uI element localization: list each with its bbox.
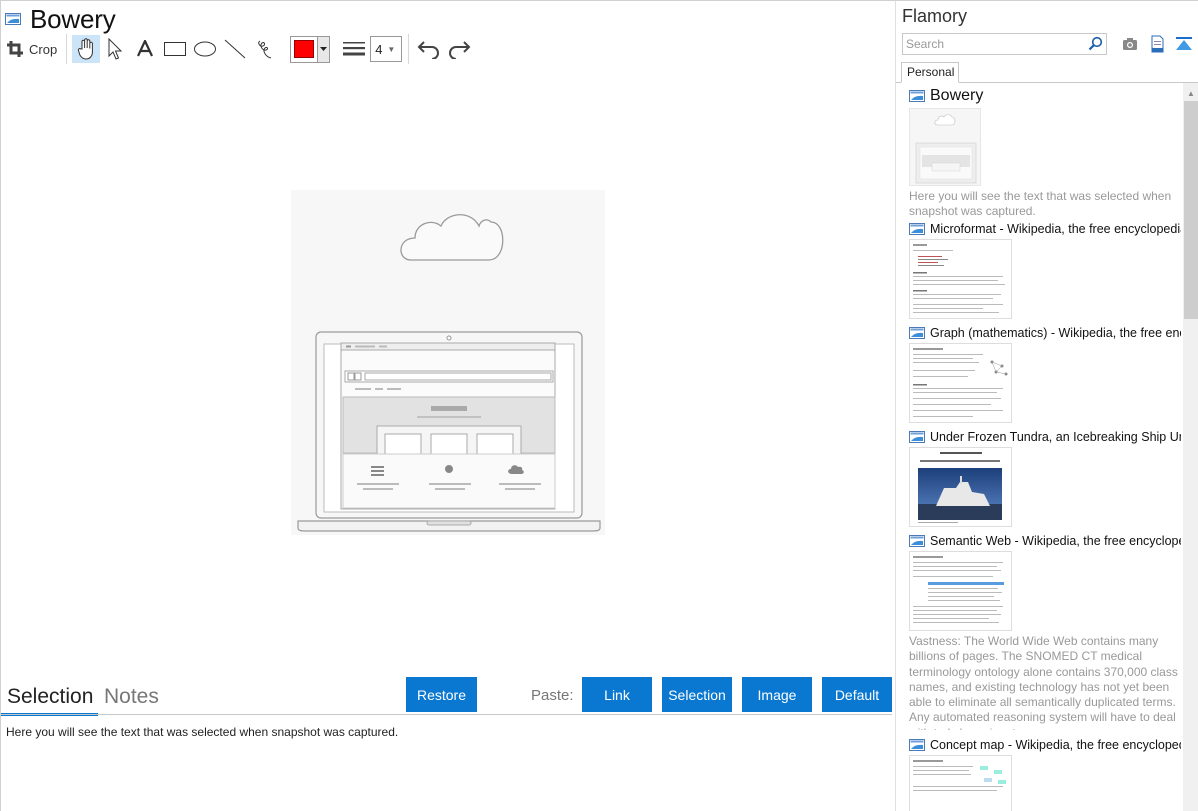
line-width-select[interactable]: 4 ▼	[370, 36, 403, 62]
list-item-header[interactable]: Graph (mathematics) - Wikipedia, the fre…	[909, 326, 1181, 340]
page-icon	[909, 327, 925, 339]
list-item-title: Microformat - Wikipedia, the free encycl…	[930, 222, 1181, 236]
search-placeholder: Search	[906, 37, 945, 51]
list-item-description: Vastness: The World Wide Web contains ma…	[909, 634, 1178, 730]
crop-label: Crop	[29, 41, 58, 57]
scrollbar[interactable]: ▲	[1183, 83, 1198, 811]
redo-button[interactable]	[444, 35, 474, 63]
drawing-toolbar: Crop 4 ▼	[7, 34, 474, 64]
list-item[interactable]: Bowery Here you will see the text that w…	[909, 87, 1181, 220]
snapshot-thumbnail[interactable]	[909, 551, 1012, 631]
line-tool-button[interactable]	[220, 35, 250, 63]
search-input[interactable]: Search	[902, 33, 1107, 55]
page-icon	[909, 431, 925, 443]
chevron-down-icon: ▼	[387, 44, 396, 54]
ellipse-tool-button[interactable]	[190, 35, 220, 63]
hand-icon	[78, 38, 94, 60]
pointer-icon	[108, 38, 123, 60]
paste-default-button[interactable]: Default	[822, 677, 892, 712]
crop-button[interactable]: Crop	[7, 35, 61, 63]
crop-icon	[7, 41, 23, 57]
snapshot-list: Bowery Here you will see the text that w…	[909, 87, 1181, 811]
flamory-panel: Flamory Search Personal Bowery Here you …	[895, 0, 1198, 811]
color-dropdown-button[interactable]	[316, 36, 330, 62]
paste-link-button[interactable]: Link	[582, 677, 652, 712]
list-item[interactable]: Graph (mathematics) - Wikipedia, the fre…	[909, 326, 1181, 423]
title-row: Bowery	[5, 4, 116, 34]
tab-personal[interactable]: Personal	[901, 62, 959, 83]
list-item[interactable]: Semantic Web - Wikipedia, the free encyc…	[909, 534, 1181, 730]
hand-tool-button[interactable]	[72, 35, 101, 63]
color-picker[interactable]	[290, 35, 331, 63]
redo-icon	[449, 41, 471, 59]
toolbar-divider	[66, 34, 68, 64]
tab-notes[interactable]: Notes	[104, 685, 159, 709]
paste-image-button[interactable]: Image	[742, 677, 812, 712]
camera-icon[interactable]	[1120, 35, 1140, 53]
line-width-icon	[343, 42, 366, 56]
page-icon	[909, 535, 925, 547]
text-icon	[137, 40, 154, 57]
page-icon	[909, 739, 925, 751]
rectangle-tool-button[interactable]	[160, 35, 190, 63]
app-name: Flamory	[902, 6, 968, 26]
tab-selection[interactable]: Selection	[7, 685, 93, 709]
snapshot-thumbnail[interactable]	[909, 755, 1012, 811]
list-item-header[interactable]: Bowery	[909, 87, 1181, 105]
snapshot-thumbnail[interactable]	[909, 239, 1012, 319]
paste-selection-button[interactable]: Selection	[662, 677, 732, 712]
list-item[interactable]: Microformat - Wikipedia, the free encycl…	[909, 222, 1181, 319]
scroll-up-arrow-icon[interactable]: ▲	[1187, 89, 1195, 98]
page-icon	[909, 90, 925, 102]
ellipse-icon	[194, 41, 217, 57]
collapse-panel-icon[interactable]	[1174, 35, 1194, 53]
cloud-icon	[400, 214, 504, 261]
restore-button[interactable]: Restore	[406, 677, 477, 712]
list-item-header[interactable]: Concept map - Wikipedia, the free encycl…	[909, 738, 1181, 752]
document-icon[interactable]	[1147, 35, 1167, 53]
line-icon	[224, 39, 246, 59]
list-item-description: Here you will see the text that was sele…	[909, 189, 1172, 219]
text-tool-button[interactable]	[130, 35, 160, 63]
snapshot-thumbnail[interactable]	[909, 343, 1012, 423]
list-item-title: Bowery	[930, 87, 984, 104]
snapshot-viewer: Bowery Crop 4 ▼ Selection Notes Restore …	[0, 0, 895, 811]
list-item-header[interactable]: Microformat - Wikipedia, the free encycl…	[909, 222, 1181, 236]
freehand-icon	[258, 40, 272, 59]
list-item-title: Semantic Web - Wikipedia, the free encyc…	[930, 534, 1181, 548]
page-icon	[909, 223, 925, 235]
list-item-title: Graph (mathematics) - Wikipedia, the fre…	[930, 326, 1181, 340]
search-icon[interactable]	[1088, 36, 1103, 51]
cloud-laptop-illustration	[297, 214, 601, 532]
list-item-header[interactable]: Semantic Web - Wikipedia, the free encyc…	[909, 534, 1181, 548]
toolbar-divider	[408, 34, 410, 64]
pointer-tool-button[interactable]	[100, 35, 130, 63]
snapshot-thumbnail[interactable]	[909, 447, 1012, 527]
freehand-tool-button[interactable]	[250, 35, 280, 63]
list-item[interactable]: Concept map - Wikipedia, the free encycl…	[909, 738, 1181, 811]
selection-text[interactable]: Here you will see the text that was sele…	[6, 725, 398, 739]
color-swatch	[294, 40, 314, 58]
rectangle-icon	[164, 42, 187, 56]
snapshot-image	[291, 190, 605, 535]
scrollbar-thumb[interactable]	[1184, 101, 1198, 319]
divider	[1, 714, 892, 715]
undo-icon	[417, 41, 440, 59]
list-item-header[interactable]: Under Frozen Tundra, an Icebreaking Ship…	[909, 430, 1181, 444]
list-item-title: Concept map - Wikipedia, the free encycl…	[930, 738, 1181, 752]
line-width-value: 4	[375, 41, 383, 57]
undo-button[interactable]	[414, 35, 444, 63]
chevron-down-icon	[319, 47, 327, 51]
page-title: Bowery	[30, 4, 116, 34]
line-width-control: 4 ▼	[342, 36, 403, 62]
paste-label: Paste:	[531, 687, 574, 704]
page-icon	[5, 13, 21, 25]
list-item[interactable]: Under Frozen Tundra, an Icebreaking Ship…	[909, 430, 1181, 527]
list-item-title: Under Frozen Tundra, an Icebreaking Ship…	[930, 430, 1181, 444]
snapshot-thumbnail[interactable]	[909, 108, 981, 186]
